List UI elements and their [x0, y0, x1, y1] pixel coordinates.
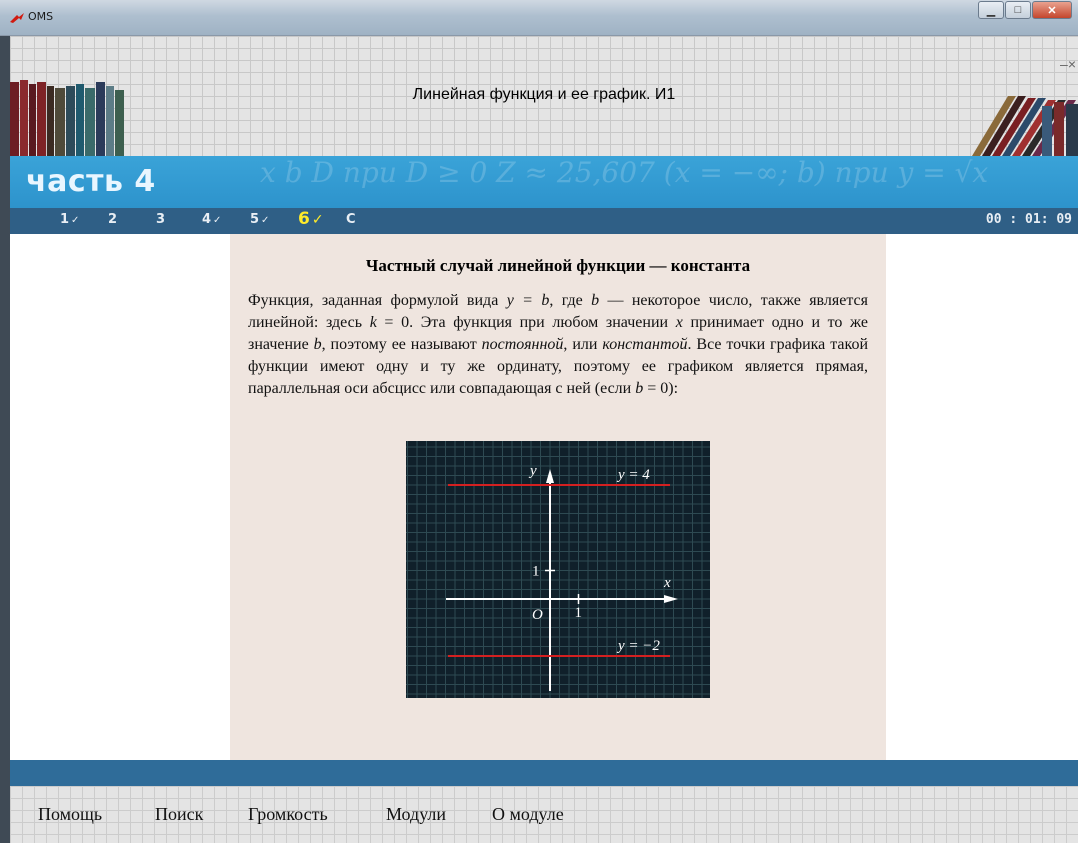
nav-item-label: 3 [156, 212, 166, 227]
course-title: Линейная функция и ее график. И1 [412, 86, 676, 103]
nav-item-label: 4 [202, 212, 212, 227]
check-icon: ✓ [261, 215, 270, 226]
term-konstanta: константой [602, 336, 688, 353]
text-segment: = 0. Эта функция при любом значении [376, 314, 676, 331]
close-icon: ✕ [1047, 4, 1057, 17]
x-unit-label: 1 [575, 605, 583, 621]
books-right-image [972, 96, 1078, 156]
var-b: b [591, 292, 600, 309]
var-x: x [675, 314, 683, 331]
lesson-page: Частный случай линейной функции — конста… [230, 234, 886, 760]
bottom-band [10, 760, 1078, 786]
nav-item-5[interactable]: 5 ✓ [250, 212, 269, 227]
menu-volume[interactable]: Громкость [248, 804, 328, 825]
formula-y-eq-b: y = b [506, 292, 550, 309]
var-b: b [313, 336, 322, 353]
minimize-button[interactable]: ▁ [978, 1, 1004, 19]
var-k: k [369, 314, 377, 331]
formula-background: x b D при D ≥ 0 Z ≈ 25,607 (x = −∞; b) п… [260, 156, 989, 189]
nav-item-label: 2 [108, 212, 118, 227]
nav-item-4[interactable]: 4 ✓ [202, 212, 221, 227]
app-window: OMS ▁ □ ✕ –× Линейная функция и ее графи… [0, 0, 1078, 843]
lesson-heading: Частный случай линейной функции — конста… [365, 256, 751, 275]
check-icon: ✓ [311, 212, 324, 228]
function-line-label-1: y = −2 [616, 638, 660, 654]
function-line-label-0: y = 4 [616, 467, 650, 483]
origin-label: O [532, 607, 543, 623]
section-band: x b D при D ≥ 0 Z ≈ 25,607 (x = −∞; b) п… [10, 156, 1078, 208]
app-logo-icon [10, 13, 24, 23]
nav-item-6[interactable]: 6 ✓ [298, 209, 324, 229]
text-segment: , поэтому ее называют [321, 336, 482, 353]
nav-item-label: 6 [298, 209, 310, 229]
nav-item-label: 1 [60, 212, 70, 227]
slide-nav: 1 ✓ 2 3 4 ✓ 5 ✓ 6 ✓ C 00 : 01: 09 [10, 208, 1078, 234]
check-icon: ✓ [71, 215, 80, 226]
lesson-paragraph: Функция, заданная формулой вида y = b, г… [248, 290, 868, 400]
nav-item-3[interactable]: 3 [156, 212, 167, 227]
timer: 00 : 01: 09 [985, 212, 1072, 227]
x-axis-label: x [663, 575, 671, 591]
menu-search[interactable]: Поиск [155, 804, 203, 825]
nav-item-1[interactable]: 1 ✓ [60, 212, 79, 227]
nav-item-2[interactable]: 2 [108, 212, 119, 227]
menu-about-module[interactable]: О модуле [492, 804, 564, 825]
text-segment: , или [563, 336, 603, 353]
text-segment: Функция, заданная формулой вида [248, 292, 507, 309]
nav-item-label: C [346, 212, 356, 227]
part-title: часть 4 [26, 164, 156, 199]
nav-item-c[interactable]: C [346, 212, 358, 227]
y-axis-label: y [528, 463, 537, 479]
text-segment: = 0): [643, 380, 679, 397]
check-icon: ✓ [213, 215, 222, 226]
window-controls: ▁ □ ✕ [977, 1, 1072, 19]
course-header: –× Линейная функция и ее график. И1 [10, 36, 1078, 156]
close-button[interactable]: ✕ [1032, 1, 1072, 19]
maximize-button[interactable]: □ [1005, 1, 1031, 19]
menu-modules[interactable]: Модули [386, 804, 446, 825]
window-title: OMS [28, 10, 54, 23]
x-axis-arrow [664, 595, 678, 603]
term-constant: постоянной [481, 336, 564, 353]
header-minimize-icon: –× [1060, 56, 1076, 72]
title-bar: OMS ▁ □ ✕ [0, 0, 1078, 36]
window-left-edge [0, 36, 10, 843]
text-segment: , где [549, 292, 592, 309]
y-unit-label: 1 [532, 564, 540, 580]
constant-function-graph: 1 1 Ox y y = 4 y = −2 [406, 441, 710, 698]
menu-help[interactable]: Помощь [38, 804, 102, 825]
maximize-icon: □ [1014, 4, 1022, 16]
nav-item-label: 5 [250, 212, 260, 227]
minimize-icon: ▁ [986, 4, 996, 17]
footer-menu: Помощь Поиск Громкость Модули О модуле [10, 786, 1078, 843]
